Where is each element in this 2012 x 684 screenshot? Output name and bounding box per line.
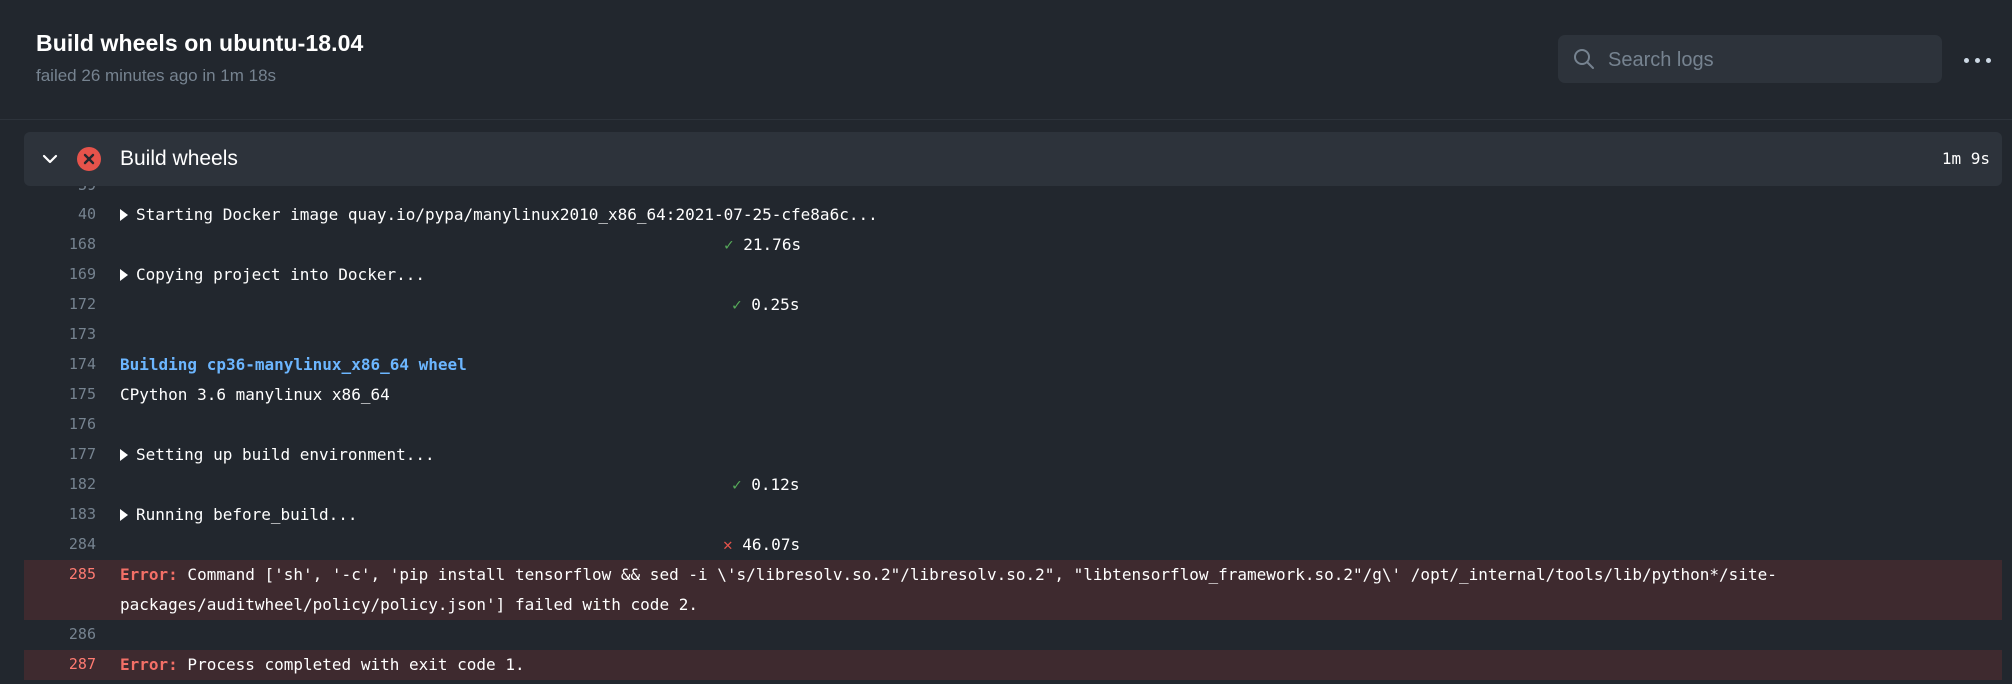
log-line: 284 ✕ 46.07s [24,530,2002,560]
step-header-build-wheels[interactable]: Build wheels 1m 9s [24,132,2002,186]
line-number[interactable]: 168 [24,235,96,253]
error-message: Command ['sh', '-c', 'pip install tensor… [177,565,1777,584]
log-line[interactable]: 169 Copying project into Docker... [24,260,2002,290]
duration-text: 21.76s [743,235,802,254]
log-group-label: Starting Docker image quay.io/pypa/manyl… [136,205,878,224]
line-number[interactable]: 183 [24,505,96,523]
expand-triangle-icon[interactable] [120,209,128,221]
line-number[interactable]: 172 [24,295,96,313]
expand-triangle-icon[interactable] [120,509,128,521]
kebab-dot-icon [1964,58,1969,63]
log-line-error: 287 Error: Process completed with exit c… [24,650,2002,680]
log-line: 39 [24,186,2002,196]
expand-triangle-icon[interactable] [120,269,128,281]
line-number[interactable]: 284 [24,535,96,553]
log-heading: Building cp36-manylinux_x86_64 wheel [120,355,467,374]
log-line: 175 CPython 3.6 manylinux x86_64 [24,380,2002,410]
line-number[interactable]: 177 [24,445,96,463]
job-header: Build wheels on ubuntu-18.04 failed 26 m… [0,0,2012,120]
line-number[interactable]: 40 [24,205,96,223]
error-message: Process completed with exit code 1. [177,655,525,674]
line-number[interactable]: 175 [24,385,96,403]
log-line: 176 [24,410,2002,440]
job-status-subtitle: failed 26 minutes ago in 1m 18s [36,66,277,85]
line-number[interactable]: 285 [24,565,96,583]
step-duration: 1m 9s [1941,149,1990,168]
log-line: 174 Building cp36-manylinux_x86_64 wheel [24,350,2002,380]
line-number[interactable]: 174 [24,355,96,373]
log-line: 173 [24,320,2002,350]
log-line-error: 285 Error: Command ['sh', '-c', 'pip ins… [24,560,2002,620]
line-number[interactable]: 287 [24,655,96,673]
log-line[interactable]: 40 Starting Docker image quay.io/pypa/ma… [24,200,2002,230]
log-group-label: Setting up build environment... [136,445,435,464]
failed-status-icon [77,147,101,171]
line-number: 39 [24,186,96,194]
line-number[interactable]: 173 [24,325,96,343]
search-icon [1574,49,1594,69]
checkmark-icon: ✓ [732,475,742,494]
log-group-label: Running before_build... [136,505,358,524]
checkmark-icon: ✓ [724,235,734,254]
log-text: CPython 3.6 manylinux x86_64 [120,385,390,404]
log-line[interactable]: 183 Running before_build... [24,500,2002,530]
kebab-dot-icon [1986,58,1991,63]
line-number[interactable]: 182 [24,475,96,493]
checkmark-icon: ✓ [732,295,742,314]
duration-text: 46.07s [742,535,801,554]
line-number[interactable]: 286 [24,625,96,643]
cross-icon: ✕ [723,535,733,554]
log-line[interactable]: 177 Setting up build environment... [24,440,2002,470]
line-number[interactable]: 176 [24,415,96,433]
duration-text: 0.12s [751,475,800,494]
duration-text: 0.25s [751,295,800,314]
line-number[interactable]: 169 [24,265,96,283]
search-logs-box[interactable] [1558,35,1942,85]
log-line: 182 ✓ 0.12s [24,470,2002,500]
chevron-down-icon[interactable] [40,149,60,169]
more-options-button[interactable] [1962,44,1994,76]
step-title: Build wheels [120,147,238,170]
expand-triangle-icon[interactable] [120,449,128,461]
job-title: Build wheels on ubuntu-18.04 [36,30,364,56]
search-logs-input[interactable] [1606,35,1930,85]
error-message-continued: packages/auditwheel/policy/policy.json']… [120,595,698,614]
log-line: 172 ✓ 0.25s [24,290,2002,320]
log-line: 286 [24,620,2002,650]
error-label: Error: [120,655,178,674]
log-line: 168 ✓ 21.76s [24,230,2002,260]
error-label: Error: [120,565,178,584]
log-group-label: Copying project into Docker... [136,265,425,284]
log-output: 39 40 Starting Docker image quay.io/pypa… [24,186,2002,684]
kebab-dot-icon [1975,58,1980,63]
